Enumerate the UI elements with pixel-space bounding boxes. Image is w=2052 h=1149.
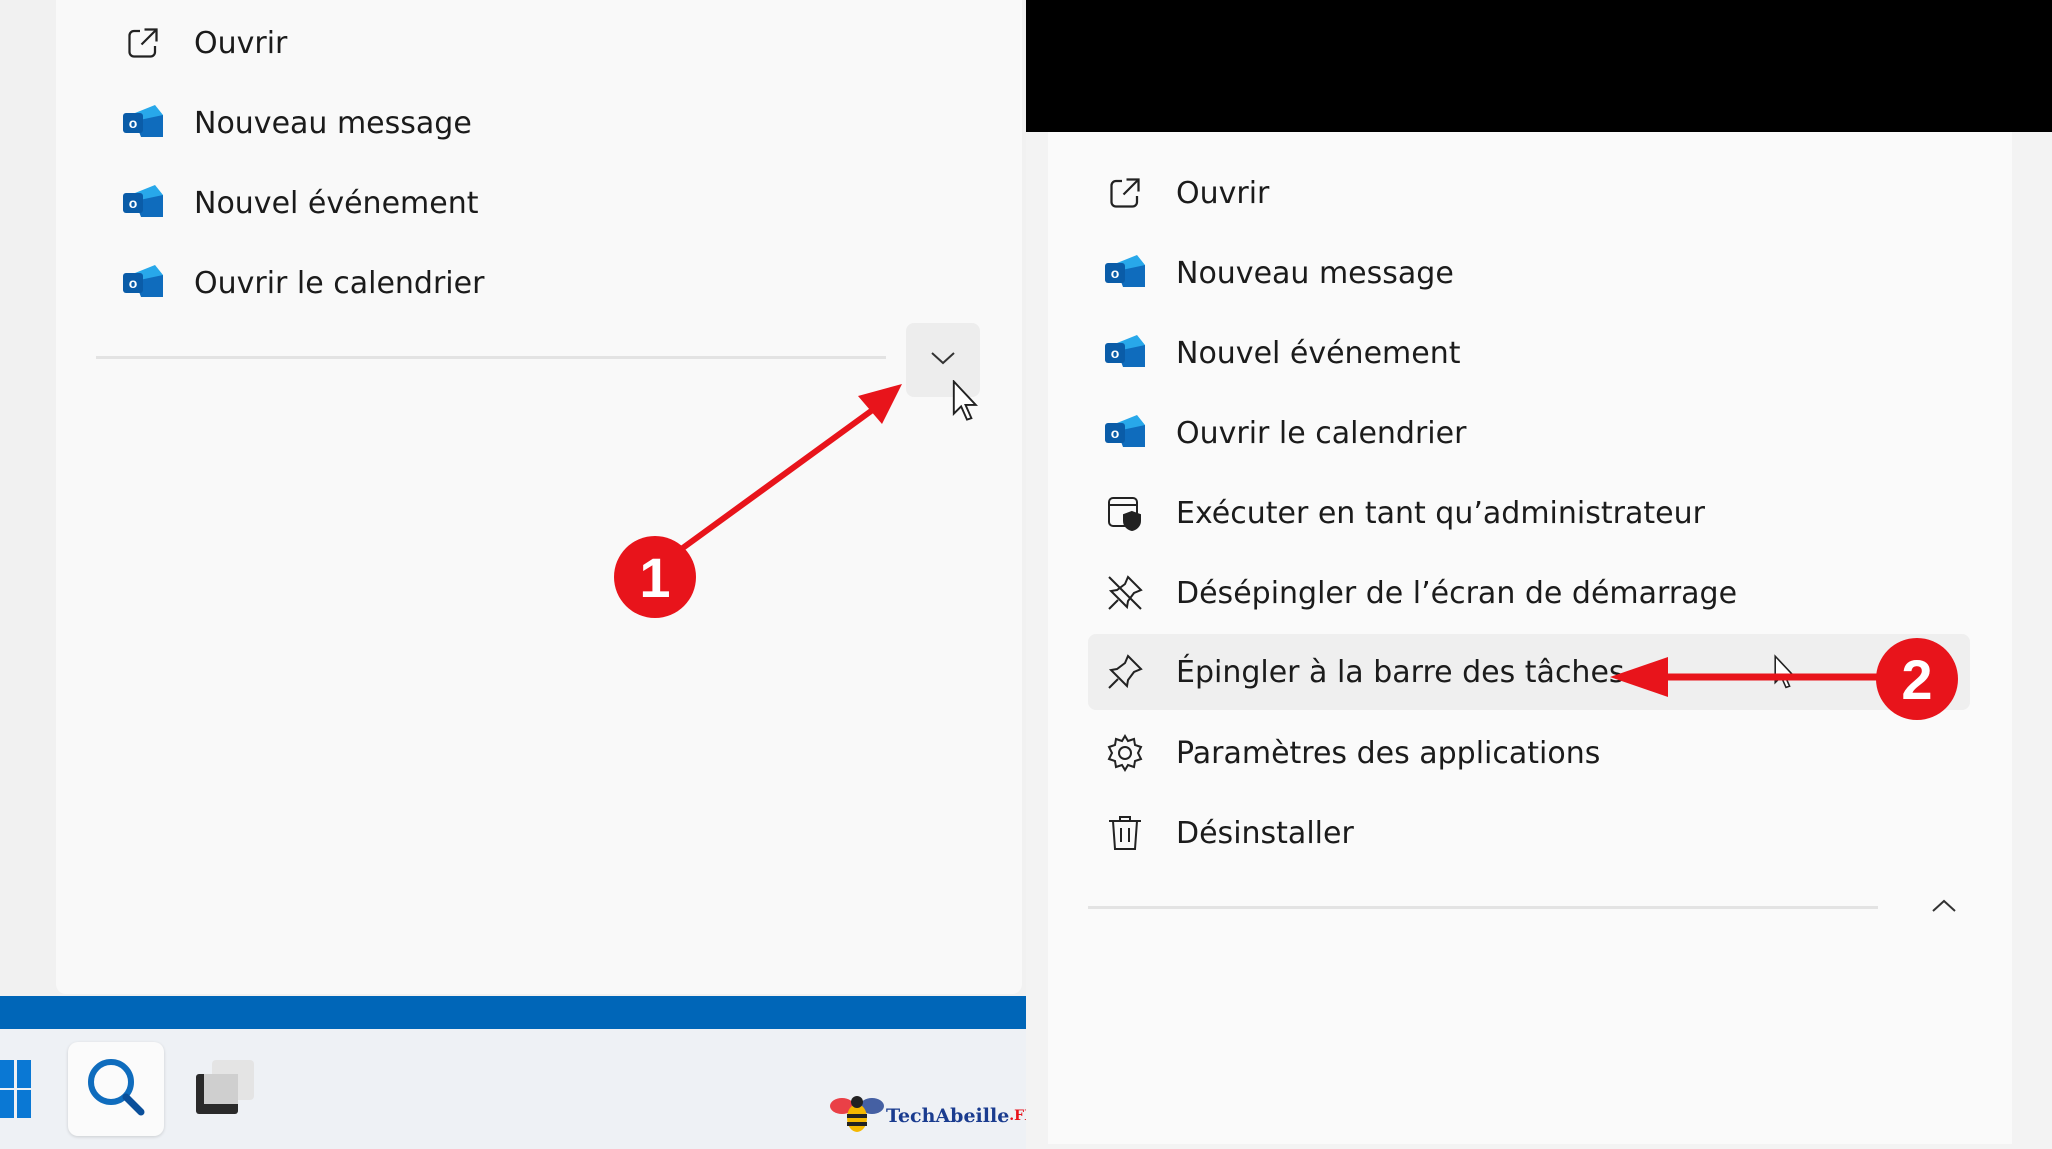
- callout-step-2: 2: [1876, 638, 1958, 720]
- callout-step-1: 1: [614, 536, 696, 618]
- annotation-arrows: [677, 384, 1884, 697]
